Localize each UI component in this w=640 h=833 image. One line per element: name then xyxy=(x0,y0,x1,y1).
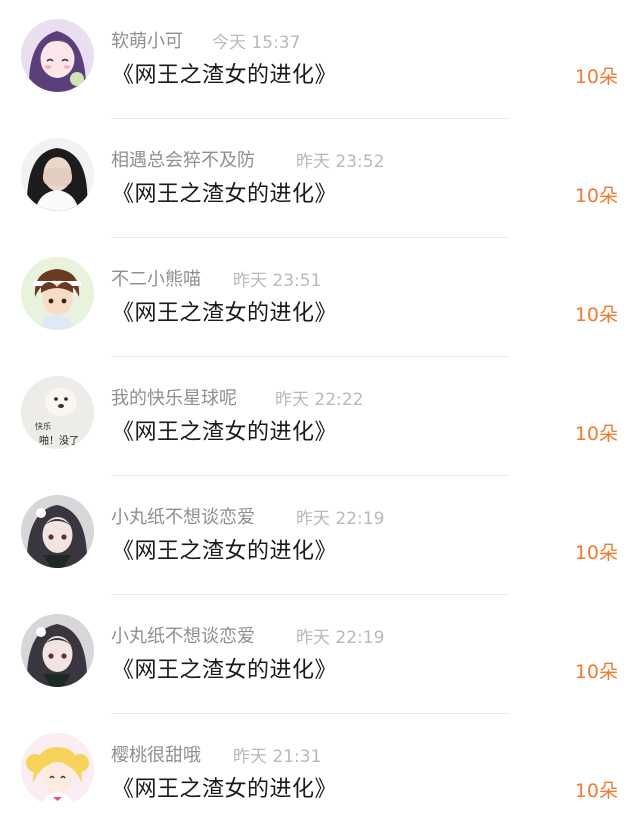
list-item[interactable]: 快乐 啪！没了 我的快乐星球呢 昨天 22:22 《网王之渣女的进化》 10朵 xyxy=(0,357,640,476)
username[interactable]: 小丸纸不想谈恋爱 xyxy=(111,503,255,529)
timestamp: 昨天 21:31 xyxy=(233,747,322,767)
username[interactable]: 我的快乐星球呢 xyxy=(111,384,237,410)
sailor-moon-avatar-icon xyxy=(21,733,94,806)
anime-girl-avatar-icon xyxy=(21,614,94,687)
anime-girl-avatar-icon xyxy=(21,19,94,92)
anime-girl-avatar-icon xyxy=(21,495,94,568)
girl-photo-avatar-icon xyxy=(21,138,94,211)
username[interactable]: 不二小熊喵 xyxy=(111,265,201,291)
list-item[interactable]: 不二小熊喵 昨天 23:51 《网王之渣女的进化》 10朵 xyxy=(0,238,640,357)
timestamp: 今天 15:37 xyxy=(212,33,301,53)
avatar[interactable] xyxy=(21,733,94,806)
gift-amount: 10朵 xyxy=(574,66,618,88)
username[interactable]: 相遇总会猝不及防 xyxy=(111,146,255,172)
timestamp: 昨天 23:52 xyxy=(296,152,385,172)
username[interactable]: 软萌小可 xyxy=(111,27,183,53)
book-title[interactable]: 《网王之渣女的进化》 xyxy=(112,533,337,565)
gift-amount: 10朵 xyxy=(574,185,618,207)
dog-meme-avatar-icon: 快乐 啪！没了 xyxy=(21,376,94,449)
gift-amount: 10朵 xyxy=(574,542,618,564)
avatar-caption: 快乐 xyxy=(35,421,51,431)
book-title[interactable]: 《网王之渣女的进化》 xyxy=(112,652,337,684)
book-title[interactable]: 《网王之渣女的进化》 xyxy=(112,57,337,89)
list-item[interactable]: 软萌小可 今天 15:37 《网王之渣女的进化》 10朵 xyxy=(0,0,640,119)
avatar[interactable] xyxy=(21,19,94,92)
username[interactable]: 小丸纸不想谈恋爱 xyxy=(111,622,255,648)
gift-amount: 10朵 xyxy=(574,780,618,802)
avatar[interactable] xyxy=(21,138,94,211)
avatar[interactable] xyxy=(21,257,94,330)
timestamp: 昨天 22:19 xyxy=(296,509,385,529)
gift-amount: 10朵 xyxy=(574,423,618,445)
timestamp: 昨天 23:51 xyxy=(233,271,322,291)
book-title[interactable]: 《网王之渣女的进化》 xyxy=(112,414,337,446)
avatar[interactable] xyxy=(21,614,94,687)
list-item[interactable]: 相遇总会猝不及防 昨天 23:52 《网王之渣女的进化》 10朵 xyxy=(0,119,640,238)
book-title[interactable]: 《网王之渣女的进化》 xyxy=(112,295,337,327)
username[interactable]: 樱桃很甜哦 xyxy=(111,741,201,767)
book-title[interactable]: 《网王之渣女的进化》 xyxy=(112,176,337,208)
list-item[interactable]: 小丸纸不想谈恋爱 昨天 22:19 《网王之渣女的进化》 10朵 xyxy=(0,476,640,595)
avatar-caption: 啪！没了 xyxy=(39,434,79,447)
list-item[interactable]: 樱桃很甜哦 昨天 21:31 《网王之渣女的进化》 10朵 xyxy=(0,714,640,833)
book-title[interactable]: 《网王之渣女的进化》 xyxy=(112,771,337,803)
anime-boy-avatar-icon xyxy=(21,257,94,330)
gift-list: 软萌小可 今天 15:37 《网王之渣女的进化》 10朵 相遇总会猝不及防 昨天… xyxy=(0,0,640,832)
avatar[interactable] xyxy=(21,495,94,568)
list-item[interactable]: 小丸纸不想谈恋爱 昨天 22:19 《网王之渣女的进化》 10朵 xyxy=(0,595,640,714)
timestamp: 昨天 22:19 xyxy=(296,628,385,648)
gift-amount: 10朵 xyxy=(574,304,618,326)
timestamp: 昨天 22:22 xyxy=(275,390,364,410)
avatar[interactable]: 快乐 啪！没了 xyxy=(21,376,94,449)
gift-amount: 10朵 xyxy=(574,661,618,683)
